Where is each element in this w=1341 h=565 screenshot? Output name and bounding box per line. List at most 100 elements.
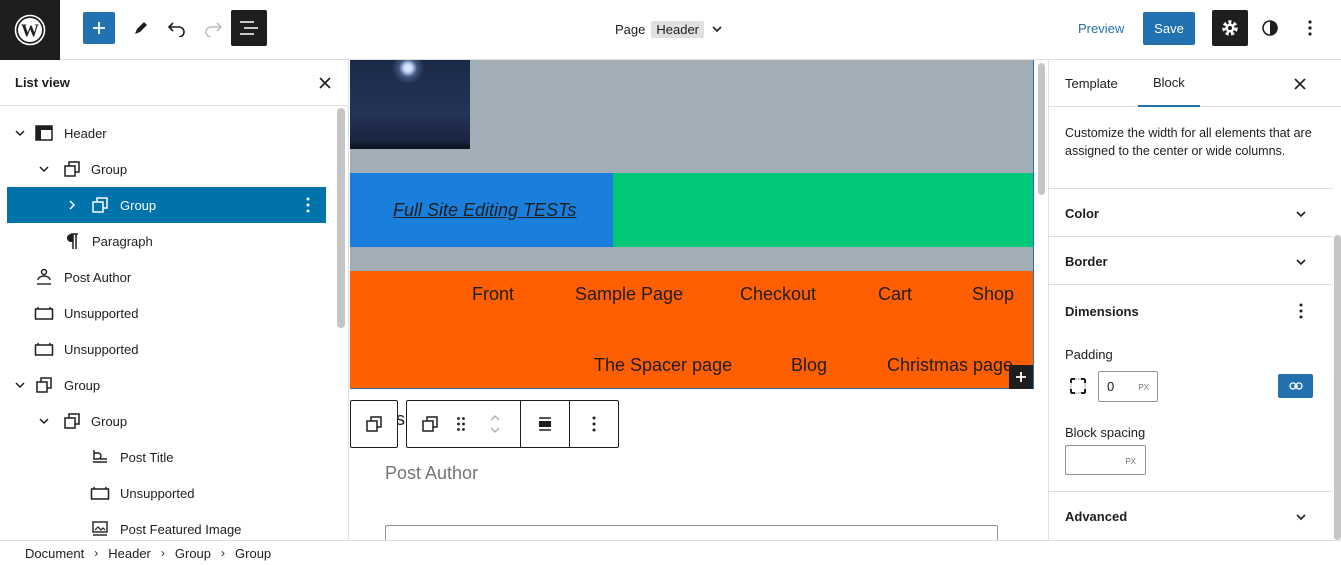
sidebar-tabs: Template Block <box>1049 60 1341 107</box>
list-item-paragraph[interactable]: Paragraph <box>7 223 326 259</box>
site-title-cell[interactable]: Full Site Editing TESTs <box>350 173 613 247</box>
chevron-down-icon[interactable] <box>12 377 28 393</box>
chevron-down-icon[interactable] <box>1293 509 1309 525</box>
navigation-block[interactable]: Front Sample Page Checkout Cart Shop The… <box>350 271 1033 388</box>
close-list-view-button[interactable] <box>316 74 334 92</box>
wordpress-logo-button[interactable]: W <box>0 0 60 60</box>
chevron-down-icon[interactable] <box>1293 206 1309 222</box>
drag-handle-icon <box>457 417 465 431</box>
panel-divider <box>1049 188 1333 189</box>
settings-sidebar: Template Block Customize the width for a… <box>1048 60 1341 540</box>
header-template-part[interactable]: Full Site Editing TESTs Front Sample Pag… <box>350 60 1034 389</box>
more-vertical-icon[interactable] <box>300 197 316 213</box>
settings-button[interactable] <box>1212 10 1248 46</box>
padding-unit[interactable]: PX <box>1138 383 1149 392</box>
nav-link-spacer-page[interactable]: The Spacer page <box>594 355 732 376</box>
align-button[interactable] <box>521 401 569 447</box>
redo-button[interactable] <box>197 12 229 44</box>
night-sky-image[interactable] <box>350 60 470 149</box>
canvas-scrollbar[interactable] <box>1038 63 1045 195</box>
nav-link-sample-page[interactable]: Sample Page <box>575 284 683 305</box>
group-icon <box>422 416 438 432</box>
tab-block[interactable]: Block <box>1138 60 1200 107</box>
drag-handle[interactable] <box>451 401 471 447</box>
group-icon <box>61 158 83 180</box>
list-item-label: Group <box>91 413 128 429</box>
add-block-button[interactable] <box>83 12 115 44</box>
list-view-scrollbar[interactable] <box>337 108 345 328</box>
nav-link-checkout[interactable]: Checkout <box>740 284 816 305</box>
list-item-unsupported[interactable]: Unsupported <box>7 331 326 367</box>
styles-button[interactable] <box>1256 12 1284 44</box>
list-item-group[interactable]: Group <box>7 403 326 439</box>
list-item-post-featured-image[interactable]: Post Featured Image <box>7 511 326 540</box>
list-item-unsupported[interactable]: Unsupported <box>7 295 326 331</box>
chevron-down-icon <box>712 26 722 33</box>
chevron-down-icon[interactable] <box>36 413 52 429</box>
nav-link-cart[interactable]: Cart <box>878 284 912 305</box>
block-spacing-input[interactable]: PX <box>1065 445 1146 475</box>
advanced-panel-toggle[interactable]: Advanced <box>1065 509 1127 524</box>
breadcrumb-document[interactable]: Document <box>25 546 84 561</box>
color-panel-toggle[interactable]: Color <box>1065 206 1099 221</box>
chevron-up-icon[interactable] <box>489 414 501 422</box>
dimensions-options-button[interactable] <box>1293 303 1309 319</box>
chevron-right-icon[interactable] <box>64 197 80 213</box>
undo-button[interactable] <box>161 12 193 44</box>
nav-link-blog[interactable]: Blog <box>791 355 827 376</box>
list-item-label: Group <box>120 197 157 213</box>
document-title[interactable]: Page Header <box>615 18 724 40</box>
list-view-icon <box>240 21 258 35</box>
group-icon <box>33 374 55 396</box>
chevron-down-icon[interactable] <box>1293 254 1309 270</box>
preview-button[interactable]: Preview <box>1070 12 1132 44</box>
editor-canvas[interactable]: Full Site Editing TESTs Front Sample Pag… <box>350 60 1048 540</box>
list-item-post-title[interactable]: Post Title <box>7 439 326 475</box>
undo-icon <box>167 22 185 37</box>
nav-link-christmas-page[interactable]: Christmas page <box>887 355 1013 376</box>
site-title-row[interactable]: Full Site Editing TESTs <box>350 173 1033 247</box>
wordpress-logo-icon: W <box>14 14 46 46</box>
options-button[interactable] <box>1296 12 1324 44</box>
move-buttons[interactable] <box>483 401 507 447</box>
nav-link-front[interactable]: Front <box>472 284 514 305</box>
canvas-input-box[interactable] <box>385 525 998 540</box>
list-item-group[interactable]: Group <box>7 367 326 403</box>
document-type: Page <box>615 21 646 37</box>
editor-header: W Page Header Preview Save <box>0 0 1341 60</box>
list-item-header[interactable]: Header <box>7 115 326 151</box>
chevron-right-icon: › <box>160 546 165 560</box>
list-item-group[interactable]: Group <box>7 151 326 187</box>
padding-input[interactable]: 0 PX <box>1098 371 1158 402</box>
close-sidebar-button[interactable] <box>1291 75 1309 93</box>
tools-button[interactable] <box>125 12 157 44</box>
padding-value: 0 <box>1107 379 1115 394</box>
list-view-toggle[interactable] <box>231 10 267 46</box>
block-options-button[interactable] <box>570 401 618 447</box>
chevron-down-icon[interactable] <box>12 125 28 141</box>
sidebar-scrollbar[interactable] <box>1334 235 1341 540</box>
nav-link-shop[interactable]: Shop <box>972 284 1014 305</box>
list-item-label: Group <box>91 161 128 177</box>
tab-template[interactable]: Template <box>1065 60 1118 107</box>
select-parent-button[interactable] <box>350 400 398 448</box>
border-panel-toggle[interactable]: Border <box>1065 254 1108 269</box>
link-sides-button[interactable] <box>1278 374 1313 398</box>
post-title-icon <box>89 446 111 468</box>
list-item-unsupported[interactable]: Unsupported <box>7 475 326 511</box>
site-title-link[interactable]: Full Site Editing TESTs <box>393 200 576 221</box>
list-item-post-author[interactable]: Post Author <box>7 259 326 295</box>
breadcrumb-group[interactable]: Group <box>175 546 211 561</box>
green-column[interactable] <box>613 173 1033 247</box>
chevron-down-icon[interactable] <box>489 426 501 434</box>
post-author-icon <box>33 266 55 288</box>
post-author-block[interactable]: Post Author <box>385 463 478 484</box>
block-type-button[interactable] <box>419 401 441 447</box>
block-inserter-button[interactable] <box>1009 365 1033 389</box>
block-spacing-unit[interactable]: PX <box>1125 457 1136 466</box>
list-item-group-selected[interactable]: Group <box>7 187 326 223</box>
chevron-down-icon[interactable] <box>36 161 52 177</box>
save-button[interactable]: Save <box>1143 12 1195 45</box>
unsupported-icon <box>33 302 55 324</box>
breadcrumb-header[interactable]: Header <box>108 546 151 561</box>
